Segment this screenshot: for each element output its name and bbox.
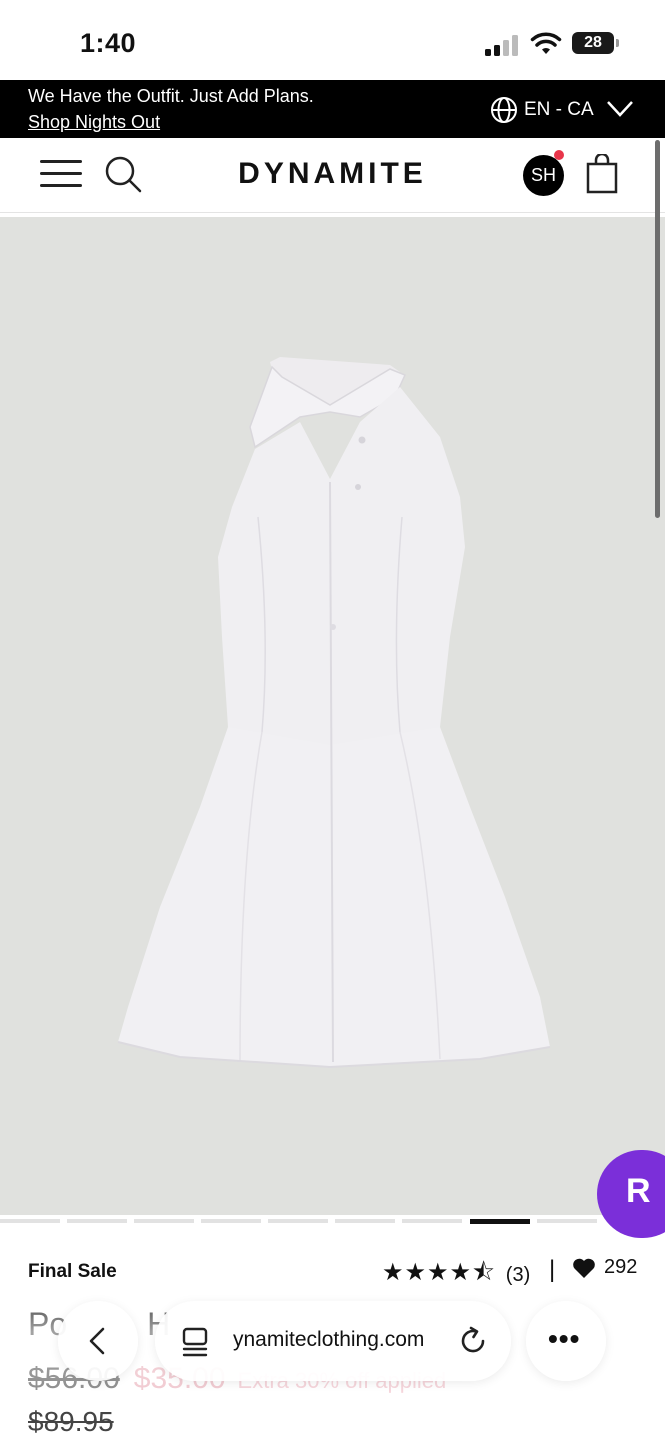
shopping-bag-icon[interactable]: [586, 154, 618, 194]
clock: 1:40: [80, 28, 137, 58]
carousel-dot[interactable]: [134, 1219, 194, 1223]
rating-divider: |: [549, 1256, 556, 1283]
language-selector[interactable]: EN - CA: [490, 96, 594, 124]
product-rating[interactable]: ★★★★⯪ (3): [382, 1255, 530, 1296]
promo-message: We Have the Outfit. Just Add Plans.: [28, 86, 314, 106]
rating-stars-icon: ★★★★⯪: [382, 1259, 496, 1286]
original-price: $89.95: [28, 1406, 114, 1437]
globe-icon: [491, 97, 517, 123]
back-button[interactable]: [58, 1301, 138, 1381]
more-options-button[interactable]: •••: [526, 1301, 606, 1381]
shop-nights-out-link[interactable]: Shop Nights Out: [28, 112, 160, 133]
chevron-down-icon[interactable]: [606, 99, 634, 119]
carousel-dot[interactable]: [67, 1219, 127, 1223]
carousel-dot[interactable]: [537, 1219, 597, 1223]
carousel-dot[interactable]: [0, 1219, 60, 1223]
more-options-icon: •••: [548, 1323, 581, 1354]
chevron-left-icon: [89, 1327, 105, 1355]
brand-logo[interactable]: DYNAMITE: [0, 157, 665, 191]
wishlist-count[interactable]: 292: [572, 1256, 637, 1279]
address-bar[interactable]: ynamiteclothing.com: [155, 1301, 511, 1381]
rakuten-label: R: [626, 1172, 651, 1210]
notification-dot: [554, 150, 564, 160]
carousel-dot[interactable]: [201, 1219, 261, 1223]
heart-icon: [573, 1258, 595, 1278]
page-scrollbar[interactable]: [655, 140, 660, 518]
carousel-dot[interactable]: [402, 1219, 462, 1223]
account-avatar[interactable]: SH: [523, 155, 564, 196]
likes-count: 292: [604, 1256, 638, 1278]
menu-icon[interactable]: [40, 158, 82, 188]
page-menu-icon[interactable]: [181, 1327, 209, 1357]
url-text: ynamiteclothing.com: [233, 1328, 425, 1351]
battery-icon: 28: [572, 32, 614, 54]
review-count: (3): [505, 1264, 531, 1286]
final-sale-badge: Final Sale: [28, 1261, 117, 1282]
cellular-signal-icon: [485, 34, 519, 56]
battery-cap: [616, 39, 619, 47]
image-carousel-indicator: [0, 1219, 665, 1224]
carousel-dot[interactable]: [268, 1219, 328, 1223]
carousel-dot[interactable]: [335, 1219, 395, 1223]
wifi-icon: [530, 32, 562, 54]
language-label: EN - CA: [524, 99, 594, 120]
product-image[interactable]: [0, 217, 665, 1215]
carousel-dot-active[interactable]: [470, 1219, 530, 1224]
site-header: DYNAMITE SH: [0, 138, 665, 213]
reload-icon[interactable]: [457, 1325, 489, 1357]
promo-banner: We Have the Outfit. Just Add Plans. Shop…: [0, 80, 665, 138]
search-icon[interactable]: [104, 155, 144, 195]
dress-illustration: [117, 357, 551, 1069]
status-bar: 1:40 28: [0, 0, 665, 80]
